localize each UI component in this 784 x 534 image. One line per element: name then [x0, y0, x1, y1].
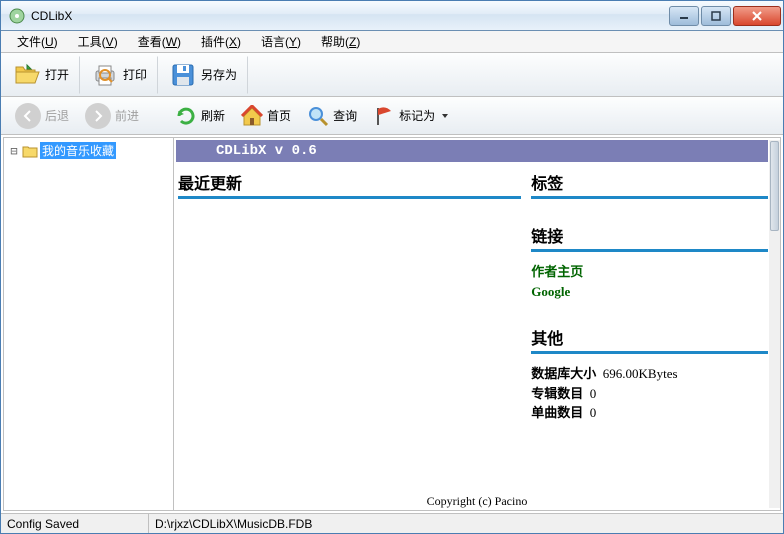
print-label: 打印 [123, 66, 147, 83]
mark-label: 标记为 [399, 107, 435, 124]
forward-label: 前进 [115, 107, 139, 124]
back-label: 后退 [45, 107, 69, 124]
home-button[interactable]: 首页 [233, 100, 299, 132]
link-google[interactable]: Google [531, 282, 768, 302]
section-tags: 标签 [531, 170, 768, 199]
menu-view[interactable]: 查看(W) [128, 31, 191, 52]
search-label: 查询 [333, 107, 357, 124]
copyright: Copyright (c) Pacino [174, 494, 780, 510]
save-icon [169, 61, 197, 89]
forward-arrow-icon [85, 103, 111, 129]
stat-albums: 专辑数目 0 [531, 384, 768, 404]
search-button[interactable]: 查询 [299, 100, 365, 132]
toolbar-primary: 打开 打印 另存为 [1, 53, 783, 97]
section-other: 其他 数据库大小 696.00KBytes 专辑数目 0 单曲数目 0 [531, 325, 768, 423]
back-button[interactable]: 后退 [7, 100, 77, 132]
main-panel: CDLibX v 0.6 最近更新 标签 链接 [174, 138, 780, 510]
db-size-label: 数据库大小 [531, 366, 596, 381]
section-recent: 最近更新 [178, 170, 521, 199]
window-controls [667, 6, 781, 26]
home-icon [241, 105, 263, 127]
menu-tools[interactable]: 工具(V) [68, 31, 128, 52]
refresh-icon [175, 105, 197, 127]
menu-help[interactable]: 帮助(Z) [311, 31, 370, 52]
tags-title: 标签 [531, 170, 768, 196]
tree-panel: ⊟ 我的音乐收藏 [4, 138, 174, 510]
links-title: 链接 [531, 223, 768, 249]
close-button[interactable] [733, 6, 781, 26]
folder-icon [22, 143, 38, 159]
maximize-button[interactable] [701, 6, 731, 26]
status-config: Config Saved [1, 514, 149, 533]
open-label: 打开 [45, 66, 69, 83]
tree-root-label: 我的音乐收藏 [40, 142, 116, 159]
home-label: 首页 [267, 107, 291, 124]
menu-plugins[interactable]: 插件(X) [191, 31, 251, 52]
forward-button[interactable]: 前进 [77, 100, 147, 132]
minimize-button[interactable] [669, 6, 699, 26]
saveas-button[interactable]: 另存为 [158, 56, 248, 94]
toolbar-nav: 后退 前进 刷新 首页 查询 [1, 97, 783, 135]
vertical-scrollbar[interactable] [769, 140, 780, 508]
print-icon [91, 61, 119, 89]
folder-open-icon [13, 61, 41, 89]
status-path: D:\rjxz\CDLibX\MusicDB.FDB [149, 514, 783, 533]
banner: CDLibX v 0.6 [176, 140, 768, 162]
app-window: CDLibX 文件(U) 工具(V) 查看(W) 插件(X) 语言(Y) 帮助(… [0, 0, 784, 534]
tree-root-item[interactable]: ⊟ 我的音乐收藏 [8, 142, 169, 159]
window-title: CDLibX [31, 9, 667, 23]
refresh-label: 刷新 [201, 107, 225, 124]
saveas-label: 另存为 [201, 66, 237, 83]
statusbar: Config Saved D:\rjxz\CDLibX\MusicDB.FDB [1, 513, 783, 533]
column-right: 标签 链接 作者主页 Google 其他 数据库大小 [531, 170, 768, 492]
refresh-button[interactable]: 刷新 [167, 100, 233, 132]
column-left: 最近更新 [178, 170, 531, 492]
albums-label: 专辑数目 [531, 386, 583, 401]
db-size-value: 696.00KBytes [603, 366, 678, 381]
link-author-home[interactable]: 作者主页 [531, 262, 768, 282]
recent-title: 最近更新 [178, 170, 521, 196]
menubar: 文件(U) 工具(V) 查看(W) 插件(X) 语言(Y) 帮助(Z) [1, 31, 783, 53]
section-links: 链接 作者主页 Google [531, 223, 768, 301]
mark-button[interactable]: 标记为 [365, 100, 457, 132]
titlebar: CDLibX [1, 1, 783, 31]
tracks-value: 0 [590, 405, 597, 420]
albums-value: 0 [590, 386, 597, 401]
app-icon [9, 8, 25, 24]
other-title: 其他 [531, 325, 768, 351]
tracks-label: 单曲数目 [531, 405, 583, 420]
main-body: 最近更新 标签 链接 作者主页 Google [174, 164, 780, 494]
scrollbar-thumb[interactable] [770, 141, 779, 231]
stat-tracks: 单曲数目 0 [531, 403, 768, 423]
stat-db-size: 数据库大小 696.00KBytes [531, 364, 768, 384]
back-arrow-icon [15, 103, 41, 129]
search-icon [307, 105, 329, 127]
flag-icon [373, 105, 395, 127]
tree-expand-icon[interactable]: ⊟ [8, 144, 20, 158]
menu-language[interactable]: 语言(Y) [251, 31, 311, 52]
menu-file[interactable]: 文件(U) [7, 31, 68, 52]
open-button[interactable]: 打开 [3, 56, 80, 94]
print-button[interactable]: 打印 [80, 56, 158, 94]
content-area: ⊟ 我的音乐收藏 CDLibX v 0.6 最近更新 标签 [3, 137, 781, 511]
chevron-down-icon [441, 109, 449, 123]
